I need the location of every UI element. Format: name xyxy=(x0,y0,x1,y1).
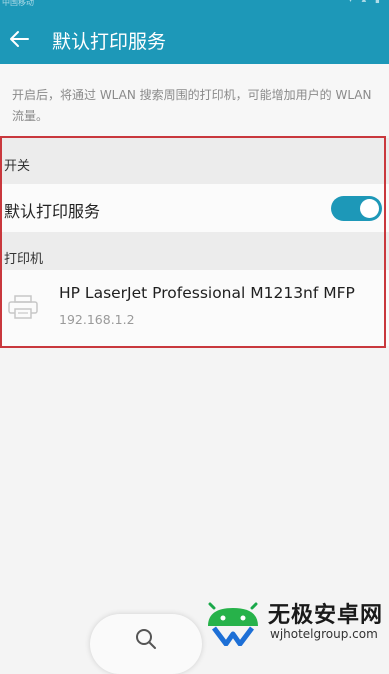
description-box: 开启后，将通过 WLAN 搜索周围的打印机，可能增加用户的 WLAN 流量。 xyxy=(0,64,389,136)
app-bar: 默认打印服务 xyxy=(0,14,389,64)
watermark: 无极安卓网 wjhotelgroup.com xyxy=(200,594,386,648)
description-text: 开启后，将通过 WLAN 搜索周围的打印机，可能增加用户的 WLAN 流量。 xyxy=(12,88,372,123)
watermark-logo-icon xyxy=(208,602,258,646)
watermark-name: 无极安卓网 xyxy=(268,603,384,628)
arrow-left-icon xyxy=(10,31,29,47)
page-title: 默认打印服务 xyxy=(52,31,167,53)
highlight-box xyxy=(0,136,386,348)
carrier-label: 中国移动 xyxy=(2,0,34,7)
search-icon xyxy=(136,629,156,649)
status-bar: 中国移动 ▾ ▴ ▮ xyxy=(0,0,389,14)
watermark-url: wjhotelgroup.com xyxy=(270,627,378,641)
back-button[interactable] xyxy=(4,22,38,56)
search-button[interactable] xyxy=(90,614,202,674)
status-icons: ▾ ▴ ▮ xyxy=(348,0,383,5)
